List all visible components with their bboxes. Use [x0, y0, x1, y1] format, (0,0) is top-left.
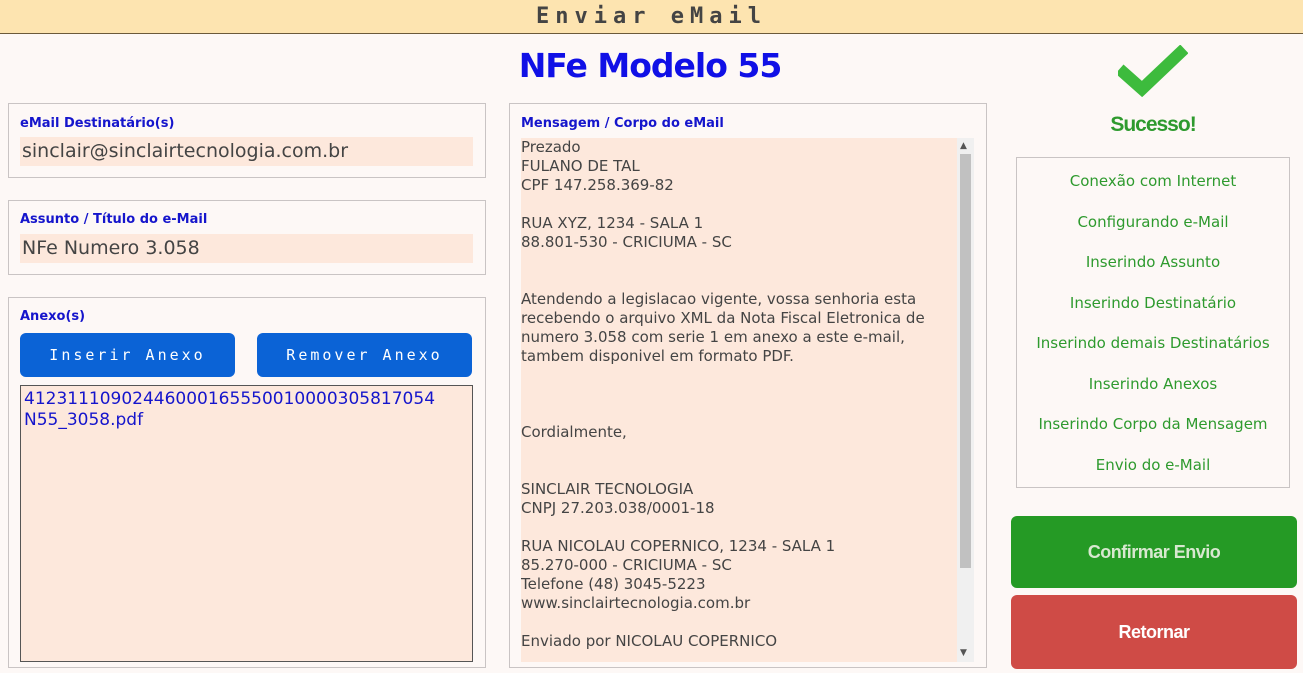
scroll-up-arrow-icon[interactable]: ▲: [960, 141, 967, 151]
step-item: Inserindo Corpo da Mensagem: [1038, 415, 1268, 433]
subject-label: Assunto / Título do e-Mail: [20, 212, 208, 227]
title-bar: Enviar eMail: [0, 0, 1303, 34]
page-heading: NFe Modelo 55: [518, 46, 783, 85]
recipients-input[interactable]: sinclair@sinclairtecnologia.com.br: [20, 137, 473, 166]
scroll-thumb[interactable]: [960, 154, 971, 568]
message-scrollbar[interactable]: ▲ ▼: [957, 138, 974, 662]
recipients-label: eMail Destinatário(s): [20, 116, 175, 131]
attachment-item[interactable]: N55_3058.pdf: [24, 410, 469, 431]
window-title: Enviar eMail: [536, 4, 767, 29]
message-textarea[interactable]: Prezado FULANO DE TAL CPF 147.258.369-82…: [521, 138, 974, 662]
confirm-send-button[interactable]: Confirmar Envio: [1011, 516, 1297, 588]
message-panel: Mensagem / Corpo do eMail Prezado FULANO…: [509, 103, 987, 668]
attachment-item[interactable]: 41231110902446000165550010000305817054: [24, 389, 469, 410]
attachment-list[interactable]: 41231110902446000165550010000305817054 N…: [20, 385, 473, 662]
step-item: Inserindo Anexos: [1088, 375, 1218, 393]
step-item: Conexão com Internet: [1069, 172, 1237, 190]
message-body: Prezado FULANO DE TAL CPF 147.258.369-82…: [521, 138, 925, 650]
step-item: Envio do e-Mail: [1095, 456, 1211, 474]
step-item: Inserindo demais Destinatários: [1036, 334, 1270, 352]
step-item: Inserindo Assunto: [1085, 253, 1221, 271]
insert-attachment-button[interactable]: Inserir Anexo: [20, 333, 235, 377]
return-button[interactable]: Retornar: [1011, 595, 1297, 669]
recipients-panel: eMail Destinatário(s) sinclair@sinclairt…: [8, 103, 486, 178]
message-label: Mensagem / Corpo do eMail: [521, 116, 724, 131]
checkmark-icon: [1118, 45, 1188, 97]
scroll-down-arrow-icon[interactable]: ▼: [960, 648, 967, 658]
remove-attachment-button[interactable]: Remover Anexo: [257, 333, 472, 377]
status-text: Sucesso!: [1110, 113, 1196, 136]
progress-steps-list: Conexão com Internet Configurando e-Mail…: [1016, 157, 1290, 488]
subject-input[interactable]: NFe Numero 3.058: [20, 234, 473, 263]
step-item: Configurando e-Mail: [1077, 213, 1229, 231]
attachments-panel: Anexo(s) Inserir Anexo Remover Anexo 412…: [8, 297, 486, 668]
attachments-label: Anexo(s): [20, 309, 86, 324]
subject-panel: Assunto / Título do e-Mail NFe Numero 3.…: [8, 200, 486, 275]
step-item: Inserindo Destinatário: [1069, 294, 1237, 312]
